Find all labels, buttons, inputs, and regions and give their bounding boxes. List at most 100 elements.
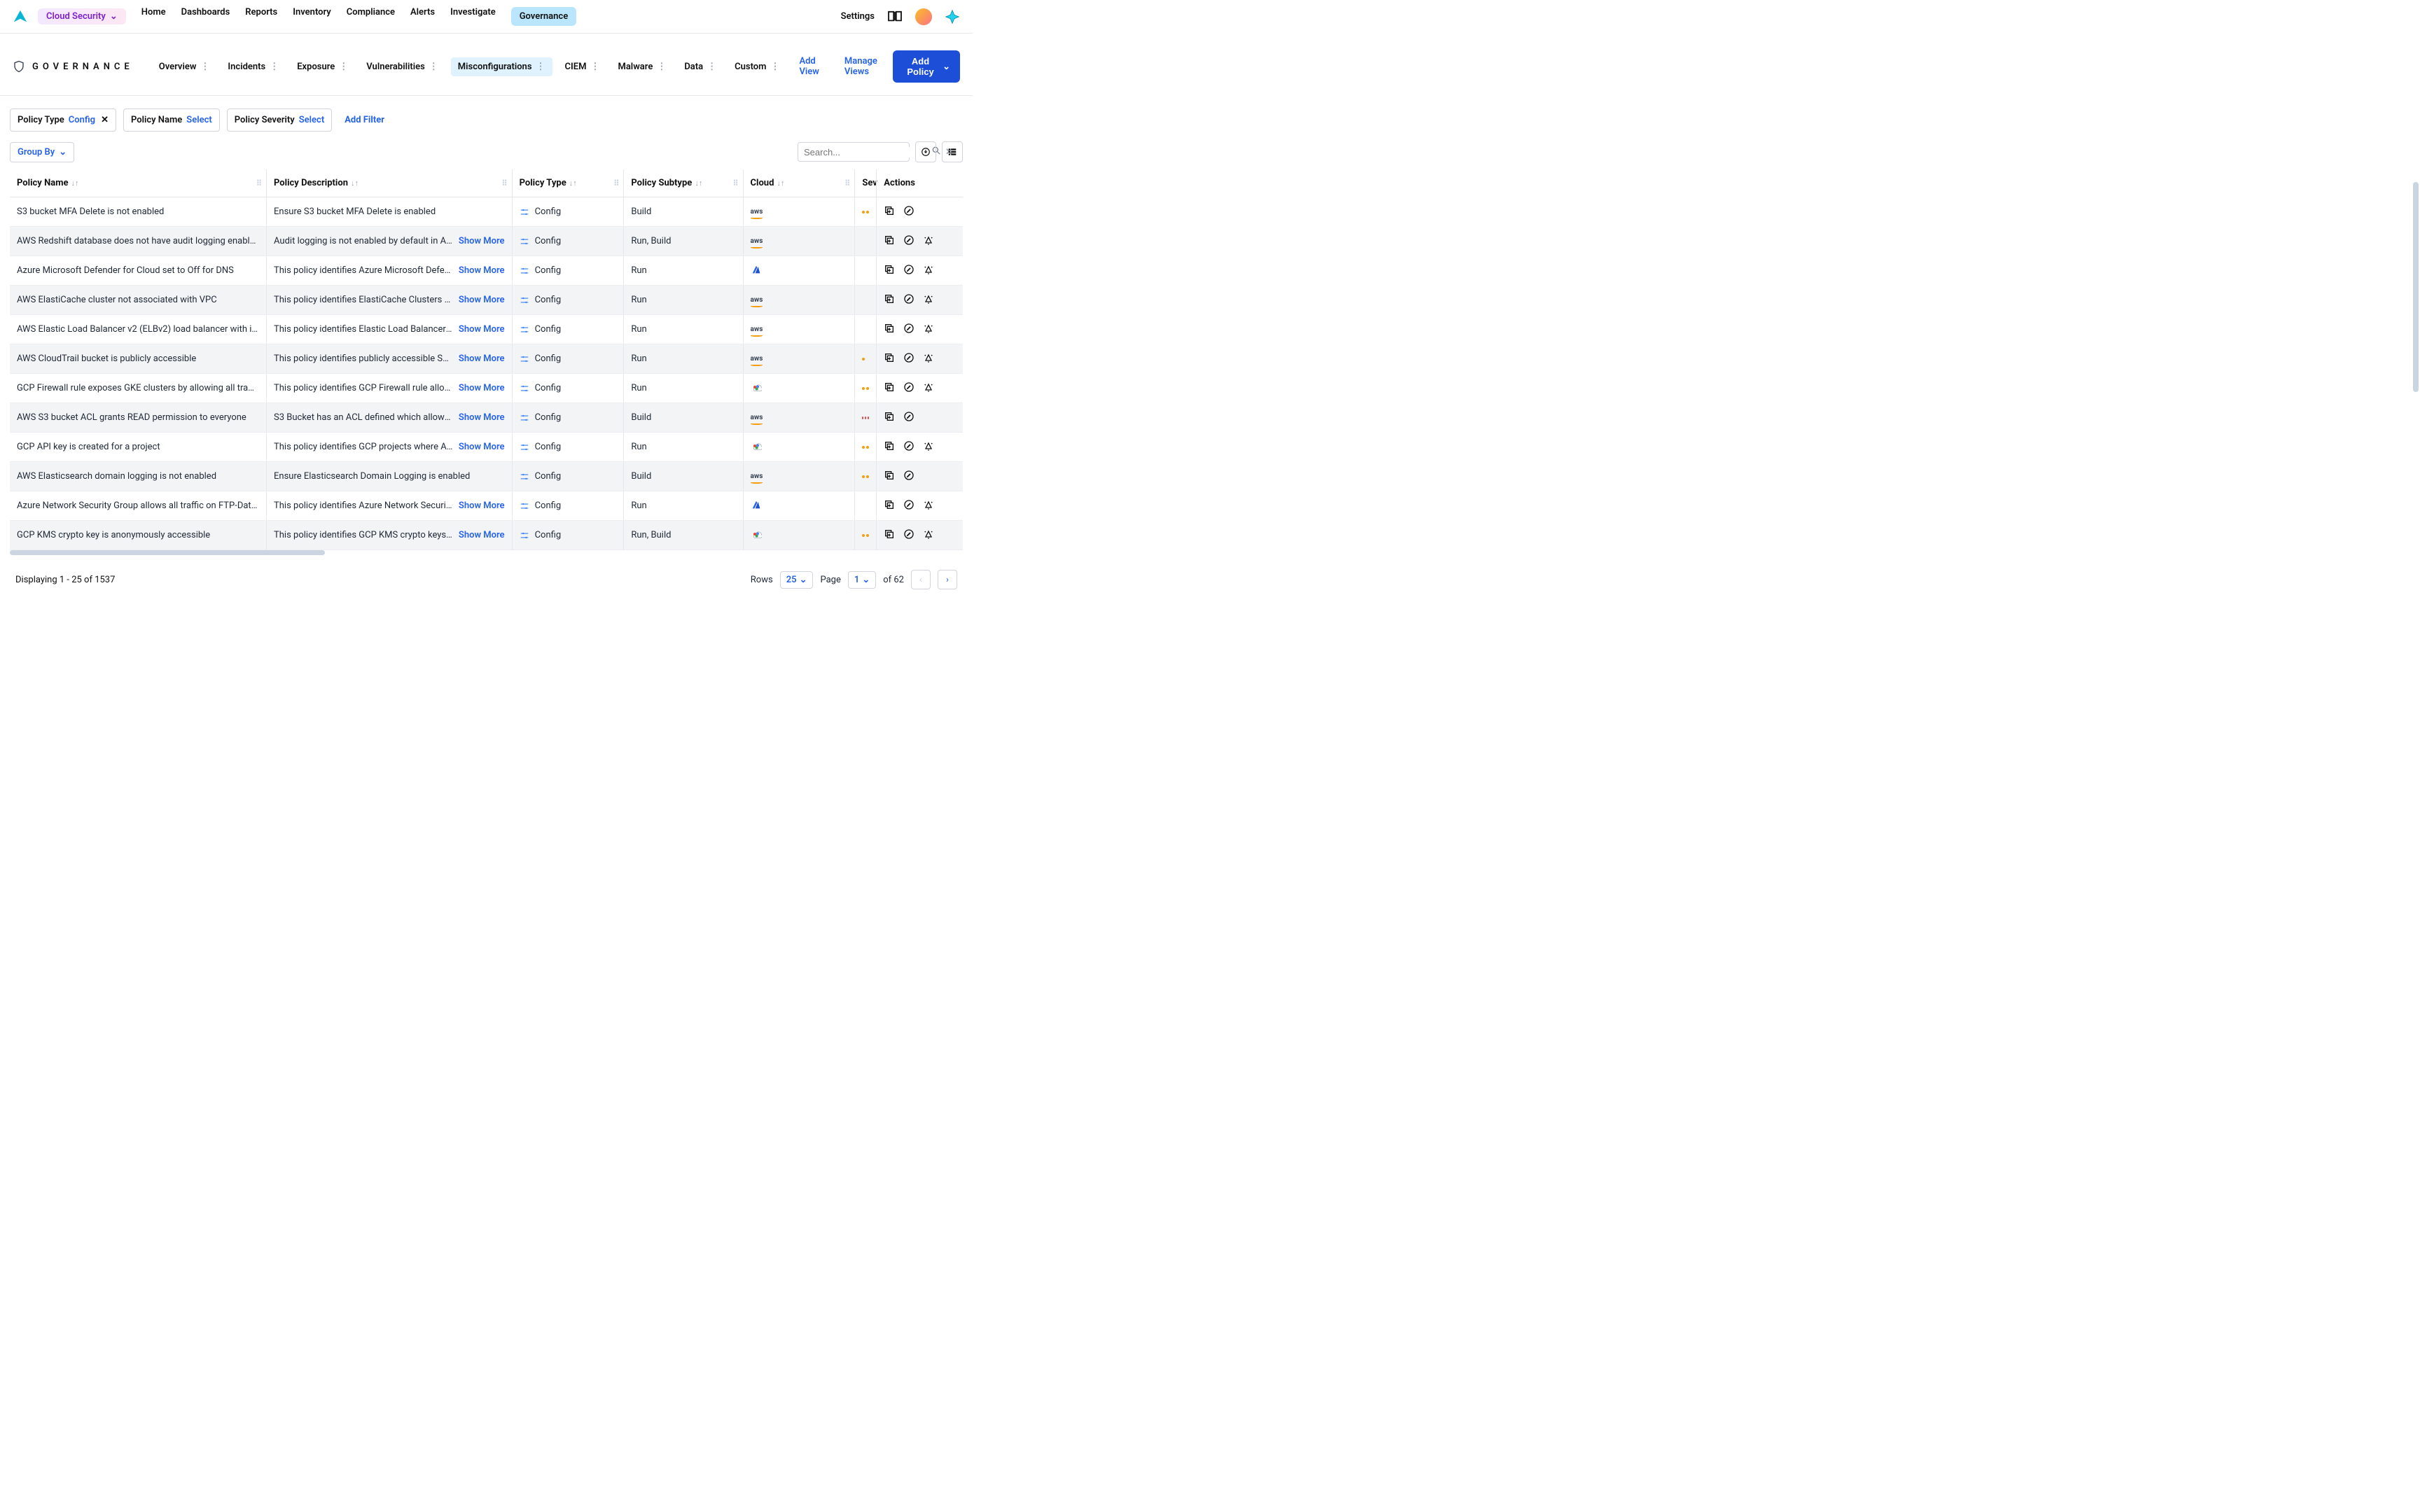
col-policy-description[interactable]: Policy Description↓↑⠿ bbox=[266, 169, 512, 197]
alert-icon[interactable] bbox=[923, 499, 934, 513]
alert-icon[interactable] bbox=[923, 234, 934, 248]
tab-menu-icon[interactable]: ⋮ bbox=[270, 62, 279, 72]
show-more-link[interactable]: Show More bbox=[459, 265, 505, 276]
edit-icon[interactable] bbox=[903, 293, 915, 307]
edit-icon[interactable] bbox=[903, 528, 915, 542]
search-input[interactable] bbox=[804, 147, 927, 158]
table-row[interactable]: S3 bucket MFA Delete is not enabledEnsur… bbox=[10, 197, 963, 227]
drag-handle-icon[interactable]: ⠿ bbox=[613, 178, 619, 188]
clone-icon[interactable] bbox=[884, 499, 895, 513]
clone-icon[interactable] bbox=[884, 323, 895, 337]
tab-malware[interactable]: Malware⋮ bbox=[612, 57, 672, 76]
next-page-button[interactable]: › bbox=[938, 570, 957, 589]
table-row[interactable]: AWS ElastiCache cluster not associated w… bbox=[10, 286, 963, 315]
show-more-link[interactable]: Show More bbox=[459, 354, 505, 364]
nav-link-inventory[interactable]: Inventory bbox=[293, 7, 331, 26]
nav-link-investigate[interactable]: Investigate bbox=[450, 7, 496, 26]
clone-icon[interactable] bbox=[884, 352, 895, 366]
drag-handle-icon[interactable]: ⠿ bbox=[256, 178, 262, 188]
tab-menu-icon[interactable]: ⋮ bbox=[429, 62, 438, 72]
user-avatar[interactable] bbox=[915, 8, 932, 25]
tab-ciem[interactable]: CIEM⋮ bbox=[559, 57, 606, 76]
vertical-scrollbar[interactable] bbox=[2413, 182, 2419, 392]
alert-icon[interactable] bbox=[923, 440, 934, 454]
tab-menu-icon[interactable]: ⋮ bbox=[707, 62, 716, 72]
columns-button[interactable] bbox=[942, 141, 963, 162]
tab-menu-icon[interactable]: ⋮ bbox=[200, 62, 209, 72]
show-more-link[interactable]: Show More bbox=[459, 236, 505, 246]
table-row[interactable]: AWS Redshift database does not have audi… bbox=[10, 227, 963, 256]
assistant-icon[interactable] bbox=[945, 9, 960, 24]
alert-icon[interactable] bbox=[923, 382, 934, 396]
table-row[interactable]: GCP Firewall rule exposes GKE clusters b… bbox=[10, 374, 963, 403]
alert-icon[interactable] bbox=[923, 352, 934, 366]
show-more-link[interactable]: Show More bbox=[459, 324, 505, 335]
drag-handle-icon[interactable]: ⠿ bbox=[732, 178, 738, 188]
edit-icon[interactable] bbox=[903, 205, 915, 219]
col-cloud[interactable]: Cloud↓↑⠿ bbox=[743, 169, 855, 197]
edit-icon[interactable] bbox=[903, 470, 915, 484]
clone-icon[interactable] bbox=[884, 205, 895, 219]
tab-misconfigurations[interactable]: Misconfigurations⋮ bbox=[451, 57, 552, 76]
tab-menu-icon[interactable]: ⋮ bbox=[657, 62, 666, 72]
tab-menu-icon[interactable]: ⋮ bbox=[339, 62, 348, 72]
nav-link-alerts[interactable]: Alerts bbox=[410, 7, 435, 26]
nav-link-reports[interactable]: Reports bbox=[245, 7, 277, 26]
clone-icon[interactable] bbox=[884, 293, 895, 307]
edit-icon[interactable] bbox=[903, 352, 915, 366]
show-more-link[interactable]: Show More bbox=[459, 295, 505, 305]
clone-icon[interactable] bbox=[884, 382, 895, 396]
tab-incidents[interactable]: Incidents⋮ bbox=[222, 57, 284, 76]
nav-link-governance[interactable]: Governance bbox=[511, 7, 577, 26]
product-switcher[interactable]: Cloud Security ⌄ bbox=[38, 8, 126, 24]
col-policy-name[interactable]: Policy Name↓↑⠿ bbox=[10, 169, 266, 197]
tab-menu-icon[interactable]: ⋮ bbox=[590, 62, 599, 72]
table-row[interactable]: AWS S3 bucket ACL grants READ permission… bbox=[10, 403, 963, 433]
edit-icon[interactable] bbox=[903, 382, 915, 396]
show-more-link[interactable]: Show More bbox=[459, 530, 505, 540]
filter-chip-policy-name[interactable]: Policy NameSelect bbox=[123, 108, 220, 132]
clone-icon[interactable] bbox=[884, 440, 895, 454]
col-policy-type[interactable]: Policy Type↓↑⠿ bbox=[512, 169, 624, 197]
table-row[interactable]: AWS Elastic Load Balancer v2 (ELBv2) loa… bbox=[10, 315, 963, 344]
add-policy-button[interactable]: Add Policy ⌄ bbox=[893, 50, 960, 83]
table-row[interactable]: GCP API key is created for a projectThis… bbox=[10, 433, 963, 462]
edit-icon[interactable] bbox=[903, 499, 915, 513]
clone-icon[interactable] bbox=[884, 234, 895, 248]
edit-icon[interactable] bbox=[903, 411, 915, 425]
show-more-link[interactable]: Show More bbox=[459, 500, 505, 511]
tab-custom[interactable]: Custom⋮ bbox=[729, 57, 785, 76]
edit-icon[interactable] bbox=[903, 440, 915, 454]
table-row[interactable]: AWS CloudTrail bucket is publicly access… bbox=[10, 344, 963, 374]
table-row[interactable]: Azure Network Security Group allows all … bbox=[10, 491, 963, 521]
nav-link-dashboards[interactable]: Dashboards bbox=[181, 7, 230, 26]
clone-icon[interactable] bbox=[884, 411, 895, 425]
nav-link-compliance[interactable]: Compliance bbox=[347, 7, 395, 26]
show-more-link[interactable]: Show More bbox=[459, 383, 505, 393]
show-more-link[interactable]: Show More bbox=[459, 442, 505, 452]
alert-icon[interactable] bbox=[923, 264, 934, 278]
clone-icon[interactable] bbox=[884, 264, 895, 278]
horizontal-scroll-thumb[interactable] bbox=[10, 550, 325, 555]
tab-exposure[interactable]: Exposure⋮ bbox=[291, 57, 354, 76]
add-filter-link[interactable]: Add Filter bbox=[345, 115, 384, 125]
tab-menu-icon[interactable]: ⋮ bbox=[536, 62, 545, 72]
col-severity[interactable]: Sev bbox=[854, 169, 876, 197]
page-select[interactable]: 1⌄ bbox=[848, 571, 876, 589]
show-more-link[interactable]: Show More bbox=[459, 412, 505, 423]
clone-icon[interactable] bbox=[884, 528, 895, 542]
drag-handle-icon[interactable]: ⠿ bbox=[502, 178, 508, 188]
manage-views-link[interactable]: Manage Views bbox=[844, 56, 893, 77]
prev-page-button[interactable]: ‹ bbox=[911, 570, 931, 589]
rows-per-page-select[interactable]: 25⌄ bbox=[780, 571, 814, 589]
tab-vulnerabilities[interactable]: Vulnerabilities⋮ bbox=[361, 57, 443, 76]
group-by-button[interactable]: Group By ⌄ bbox=[10, 142, 74, 162]
alert-icon[interactable] bbox=[923, 293, 934, 307]
settings-link[interactable]: Settings bbox=[841, 11, 875, 22]
table-row[interactable]: GCP KMS crypto key is anonymously access… bbox=[10, 521, 963, 550]
search-box[interactable]: ✕ bbox=[798, 142, 910, 162]
tab-menu-icon[interactable]: ⋮ bbox=[770, 62, 779, 72]
filter-chip-policy-severity[interactable]: Policy SeveritySelect bbox=[227, 108, 332, 132]
nav-link-home[interactable]: Home bbox=[141, 7, 166, 26]
alert-icon[interactable] bbox=[923, 323, 934, 337]
